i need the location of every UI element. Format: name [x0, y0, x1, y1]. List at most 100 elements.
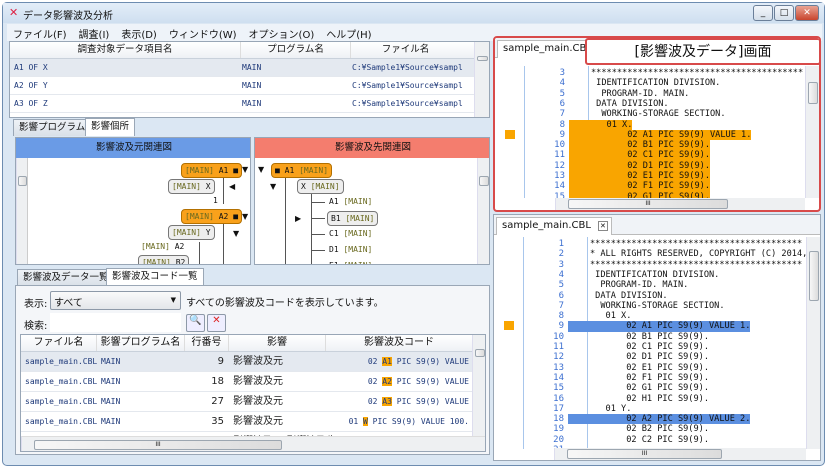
vertical-scrollbar[interactable] [805, 66, 819, 198]
column-header-item[interactable]: 調査対象データ項目名 [10, 42, 240, 58]
collapse-icon[interactable]: ▼ [258, 165, 264, 174]
node-main-a1[interactable]: [MAIN] A1 ■ [181, 163, 243, 178]
code-line[interactable]: DATA DIVISION. [590, 291, 667, 301]
code-line[interactable]: PROGRAM-ID. MAIN. [591, 89, 689, 99]
column-header-file[interactable]: ファイル名 [350, 42, 460, 58]
tab-affected-code-list[interactable]: 影響波及コード一覧 [106, 268, 204, 286]
code-line[interactable]: 02 C1 PIC S9(9). [569, 150, 710, 161]
table-row[interactable]: A2 OF Y MAIN C:¥Sample1¥Source¥sampl [10, 77, 474, 95]
column-header-impact[interactable]: 影響 [228, 335, 325, 351]
code-line[interactable]: WORKING-STORAGE SECTION. [591, 109, 725, 119]
clear-search-button[interactable]: ✕ [207, 314, 226, 332]
expand-icon[interactable]: ▶ [295, 214, 301, 223]
collapse-icon[interactable]: ▼ [242, 212, 248, 221]
code-line[interactable]: 02 A1 PIC S9(9) VALUE 1. [568, 321, 751, 332]
vertical-scrollbar[interactable] [806, 237, 820, 449]
code-line[interactable]: PROGRAM-ID. MAIN. [590, 280, 688, 290]
scroll-thumb[interactable] [477, 56, 488, 61]
tab-affected-data-list[interactable]: 影響波及データ一覧 [17, 269, 115, 286]
line-number: 3 [558, 259, 564, 270]
column-header-program[interactable]: プログラム名 [240, 42, 350, 58]
editor-tab[interactable]: sample_main.CBL ✕ [496, 217, 612, 235]
code-line[interactable]: 02 A1 PIC S9(9) VALUE 1. [569, 129, 752, 141]
code-line[interactable]: 02 B2 PIC S9(9). [590, 424, 709, 434]
node-a1-main[interactable]: ■ A1 [MAIN] [271, 163, 333, 178]
bookmark-marker[interactable] [505, 129, 515, 139]
code-line[interactable]: IDENTIFICATION DIVISION. [590, 270, 719, 280]
code-line[interactable]: 02 G1 PIC S9(9). [590, 383, 709, 393]
code-line[interactable]: 01 Y. [590, 404, 632, 414]
code-line[interactable]: 02 F1 PIC S9(9). [590, 373, 709, 383]
column-header-file[interactable]: ファイル名 [21, 335, 96, 351]
code-line[interactable]: ****************************************… [591, 68, 803, 78]
affected-data-editor: sample_main.CBL [影響波及データ]画面 3 ***********… [493, 36, 821, 212]
line-number: 7 [559, 109, 565, 120]
collapse-icon[interactable]: ▼ [233, 229, 239, 238]
horizontal-scrollbar[interactable]: III [21, 436, 485, 451]
minimize-button[interactable]: _ [753, 5, 773, 21]
code-line[interactable]: 02 E1 PIC S9(9). [590, 363, 709, 373]
collapse-icon[interactable]: ▼ [270, 182, 276, 191]
code-line[interactable]: * ALL RIGHTS RESERVED, COPYRIGHT (C) 201… [590, 249, 806, 259]
code-line[interactable]: 02 E1 PIC S9(9). [569, 171, 710, 182]
dest-node[interactable]: C1 [MAIN] [329, 229, 372, 238]
code-line[interactable]: 02 B1 PIC S9(9). [590, 332, 709, 342]
dest-node[interactable]: A1 [MAIN] [329, 197, 372, 206]
code-line[interactable]: 02 D1 PIC S9(9). [569, 160, 710, 171]
tab-affected-locations[interactable]: 影響個所 [85, 118, 136, 136]
node-main-a2[interactable]: [MAIN] A2 ■ [181, 209, 243, 224]
dest-node[interactable]: D1 [MAIN] [329, 245, 372, 254]
node-main-b2[interactable]: [MAIN] B2 [138, 255, 190, 264]
vertical-scrollbar[interactable] [474, 42, 489, 117]
node-main-y[interactable]: [MAIN] Y [168, 225, 215, 240]
code-line[interactable]: DATA DIVISION. [591, 99, 668, 109]
code-line[interactable]: 02 D1 PIC S9(9). [590, 352, 709, 362]
tab-affected-programs[interactable]: 影響プログラム [13, 119, 92, 136]
horizontal-scrollbar[interactable]: III [554, 448, 806, 460]
code-line[interactable]: ****************************************… [590, 260, 802, 270]
table-row[interactable]: sample_main.CBL MAIN 9 影響波及元 02 A1 PIC S9(9)… [21, 352, 472, 372]
code-line[interactable]: WORKING-STORAGE SECTION. [590, 301, 724, 311]
column-header-code[interactable]: 影響波及コード [325, 335, 472, 351]
code-line[interactable]: 02 H1 PIC S9(9). [590, 394, 709, 404]
code-line[interactable]: 01 X. [569, 119, 633, 130]
dest-node[interactable]: B1 [MAIN] [327, 211, 379, 226]
node-main-x[interactable]: [MAIN] X [168, 179, 215, 194]
table-row[interactable]: A1 OF X MAIN C:¥Sample1¥Source¥sampl [10, 59, 474, 77]
filter-select[interactable]: すべて ▼ [50, 291, 181, 310]
line-cell: 35 [211, 416, 224, 427]
title-bar: ✕ データ影響波及分析 _ □ ✕ [3, 3, 824, 23]
connector [311, 250, 325, 251]
code-line[interactable]: 02 C1 PIC S9(9). [590, 342, 709, 352]
dest-node[interactable]: E1 [MAIN] [329, 261, 372, 264]
collapse-icon[interactable]: ▼ [242, 165, 248, 174]
search-input[interactable] [50, 313, 181, 332]
table-row[interactable]: A3 OF Z MAIN C:¥Sample1¥Source¥sampl [10, 95, 474, 113]
diagram-scrollbar[interactable] [16, 158, 28, 264]
table-cell: MAIN [242, 99, 262, 108]
code-line[interactable]: 02 C2 PIC S9(9). [590, 435, 709, 445]
table-row[interactable]: sample_main.CBL MAIN 18 影響波及元 02 A2 PIC S9(9… [21, 372, 472, 392]
code-line[interactable]: 02 F1 PIC S9(9). [569, 181, 710, 192]
table-row[interactable]: sample_main.CBL MAIN 35 影響波及元 01 W PIC S9(9)… [21, 412, 472, 432]
column-header-program[interactable]: 影響プログラム名 [96, 335, 184, 351]
search-button[interactable]: 🔍 [186, 314, 205, 332]
table-row[interactable]: B1 OF X MAIN C:¥Sample1¥Source¥sampl [10, 113, 474, 117]
bookmark-marker[interactable] [504, 321, 514, 331]
source-diagram: 影響波及元関連図 [MAIN] A1 ■ ▼ [MAIN] X ◀ 1 [MAI… [15, 137, 251, 265]
column-header-line[interactable]: 行番号 [184, 335, 228, 351]
code-line[interactable]: 01 X. [590, 311, 632, 321]
node-x-main[interactable]: X [MAIN] [297, 179, 344, 194]
editor-tab[interactable]: sample_main.CBL [497, 40, 598, 58]
code-line[interactable]: 02 A2 PIC S9(9) VALUE 2. [568, 414, 751, 425]
code-line[interactable]: 02 B1 PIC S9(9). [569, 140, 710, 151]
code-line[interactable]: IDENTIFICATION DIVISION. [591, 78, 720, 88]
maximize-button[interactable]: □ [774, 5, 794, 21]
close-tab-icon[interactable]: ✕ [597, 221, 608, 231]
close-button[interactable]: ✕ [795, 5, 819, 21]
table-row[interactable]: sample_main.CBL MAIN 27 影響波及元 02 A3 PIC S9(9… [21, 392, 472, 412]
diagram-scrollbar[interactable] [477, 158, 489, 264]
horizontal-scrollbar[interactable]: III [555, 198, 805, 210]
code-line[interactable]: ****************************************… [590, 239, 802, 249]
vertical-scrollbar[interactable] [472, 335, 485, 436]
